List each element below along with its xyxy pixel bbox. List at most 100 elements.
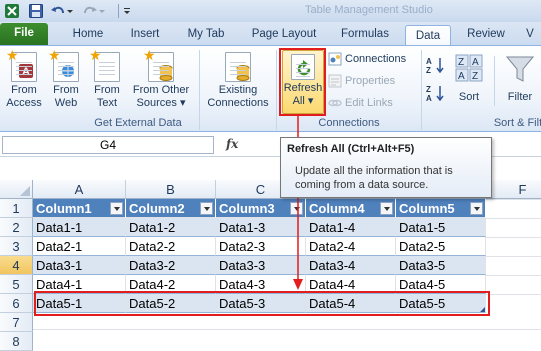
svg-text:Z: Z <box>458 57 464 68</box>
excel-icon[interactable] <box>4 3 20 19</box>
from-text-label-2: Text <box>96 97 118 109</box>
edit-links-label: Edit Links <box>345 97 393 109</box>
undo-dropdown-icon[interactable] <box>66 3 74 19</box>
row-header-7[interactable]: 7 <box>0 313 33 332</box>
row-header-3[interactable]: 3 <box>0 237 33 256</box>
refresh-all-highlight <box>279 48 326 116</box>
table-cell[interactable]: Data2-4 <box>306 237 396 256</box>
ribbon-tab-strip: File Home Insert My Tab Page Layout Form… <box>0 22 541 47</box>
from-web-button[interactable]: ★ From Web <box>47 48 85 110</box>
from-web-label-1: From <box>53 84 79 96</box>
row-header-2[interactable]: 2 <box>0 218 33 237</box>
from-access-label-2: Access <box>6 97 42 109</box>
group-label-get-external-data: Get External Data <box>94 117 182 129</box>
worksheet-grid: A B C D E F 1 2 3 4 5 6 7 8 Column1 Colu… <box>0 180 541 351</box>
svg-text:Z: Z <box>426 66 431 74</box>
table-cell[interactable]: Data1-4 <box>306 218 396 237</box>
tab-review[interactable]: Review <box>460 24 512 46</box>
ribbon: ★ A From Access ★ From Web ★ From Text ★… <box>0 45 541 132</box>
sort-label: Sort <box>458 91 480 103</box>
row-header-1[interactable]: 1 <box>0 199 33 218</box>
properties-button[interactable]: Properties <box>328 73 395 91</box>
from-other-sources-button[interactable]: ★ From Other Sources ▾ <box>128 47 194 110</box>
filter-dropdown-icon[interactable] <box>380 202 393 215</box>
sort-dialog-icon: Z A A Z <box>455 54 483 82</box>
select-all-corner[interactable] <box>0 180 33 199</box>
table-cell[interactable]: Data3-5 <box>396 256 486 275</box>
table-header-label: Column2 <box>129 201 185 216</box>
tab-my-tab[interactable]: My Tab <box>178 24 234 46</box>
table-header-label: Column3 <box>219 201 275 216</box>
table-header-label: Column4 <box>309 201 365 216</box>
tooltip-body: Update all the information that is comin… <box>295 165 453 191</box>
filter-dropdown-icon[interactable] <box>200 202 213 215</box>
empty-cells <box>33 313 541 348</box>
properties-icon <box>328 74 342 88</box>
table-header-label: Column1 <box>36 201 92 216</box>
group-separator <box>494 56 495 106</box>
table-cell[interactable]: Data3-4 <box>306 256 396 275</box>
table-cell[interactable]: Data3-1 <box>33 256 126 275</box>
new-star-icon: ★ <box>143 47 156 63</box>
tab-home[interactable]: Home <box>62 24 114 46</box>
insert-function-icon[interactable]: fx <box>226 137 238 151</box>
table-cell[interactable]: Data2-1 <box>33 237 126 256</box>
window-title: Table Management Studio <box>305 4 433 16</box>
filter-dropdown-icon[interactable] <box>470 202 483 215</box>
table-cell[interactable]: Data1-5 <box>396 218 486 237</box>
edit-links-button[interactable]: Edit Links <box>328 95 393 113</box>
web-page-icon: ★ <box>48 48 79 82</box>
tab-page-layout[interactable]: Page Layout <box>244 24 324 46</box>
existing-connections-button[interactable]: Existing Connections <box>203 52 273 110</box>
connections-button[interactable]: Connections <box>328 51 406 69</box>
tab-formulas[interactable]: Formulas <box>332 24 398 46</box>
table-header-cell[interactable]: Column5 <box>396 199 486 218</box>
row-header-5[interactable]: 5 <box>0 275 33 294</box>
customize-qat-icon[interactable] <box>122 3 132 19</box>
from-text-label-1: From <box>94 84 120 96</box>
group-separator <box>421 50 422 130</box>
redo-icon[interactable] <box>82 3 98 19</box>
from-text-button[interactable]: ★ From Text <box>88 48 126 110</box>
tab-insert[interactable]: Insert <box>122 24 168 46</box>
table-header-cell[interactable]: Column1 <box>33 199 126 218</box>
name-box[interactable]: G4 <box>2 136 214 154</box>
text-file-icon: ★ <box>89 48 120 82</box>
svg-text:Z: Z <box>472 71 478 82</box>
sort-a-to-z-icon: A Z <box>426 57 444 75</box>
tab-view[interactable]: V <box>520 24 540 46</box>
filter-button[interactable]: Filter <box>500 54 540 104</box>
table-header-cell[interactable]: Column2 <box>126 199 216 218</box>
filter-label: Filter <box>507 91 533 103</box>
svg-text:A: A <box>458 71 465 82</box>
refresh-all-tooltip: Refresh All (Ctrl+Alt+F5) Update all the… <box>280 137 492 198</box>
sort-a-to-z-button[interactable]: A Z <box>426 56 446 78</box>
table-cell[interactable]: Data2-5 <box>396 237 486 256</box>
new-star-icon: ★ <box>48 47 61 63</box>
table-cell[interactable]: Data3-2 <box>126 256 216 275</box>
filter-funnel-icon <box>505 56 535 82</box>
undo-icon[interactable] <box>50 3 66 19</box>
tab-file[interactable]: File <box>0 23 48 45</box>
column-header-b[interactable]: B <box>126 180 216 199</box>
table-cell[interactable]: Data1-2 <box>126 218 216 237</box>
table-cell[interactable]: Data1-1 <box>33 218 126 237</box>
column-header-a[interactable]: A <box>33 180 126 199</box>
connections-icon <box>328 52 342 66</box>
sort-button[interactable]: Z A A Z Sort <box>452 54 486 104</box>
row-header-6[interactable]: 6 <box>0 294 33 313</box>
table-header-cell[interactable]: Column4 <box>306 199 396 218</box>
row-header-4[interactable]: 4 <box>0 256 33 275</box>
row-header-8[interactable]: 8 <box>0 332 33 351</box>
table-cell[interactable]: Data2-2 <box>126 237 216 256</box>
tooltip-title: Refresh All (Ctrl+Alt+F5) <box>287 143 415 155</box>
redo-dropdown-icon[interactable] <box>98 3 106 19</box>
tab-data[interactable]: Data <box>405 25 451 47</box>
column-header-f[interactable]: F <box>486 180 541 199</box>
filter-dropdown-icon[interactable] <box>110 202 123 215</box>
sort-z-to-a-button[interactable]: Z A <box>426 84 446 106</box>
connections-label: Connections <box>345 53 407 65</box>
save-icon[interactable] <box>28 3 44 19</box>
properties-label: Properties <box>345 75 396 87</box>
from-access-button[interactable]: ★ A From Access <box>4 48 44 110</box>
